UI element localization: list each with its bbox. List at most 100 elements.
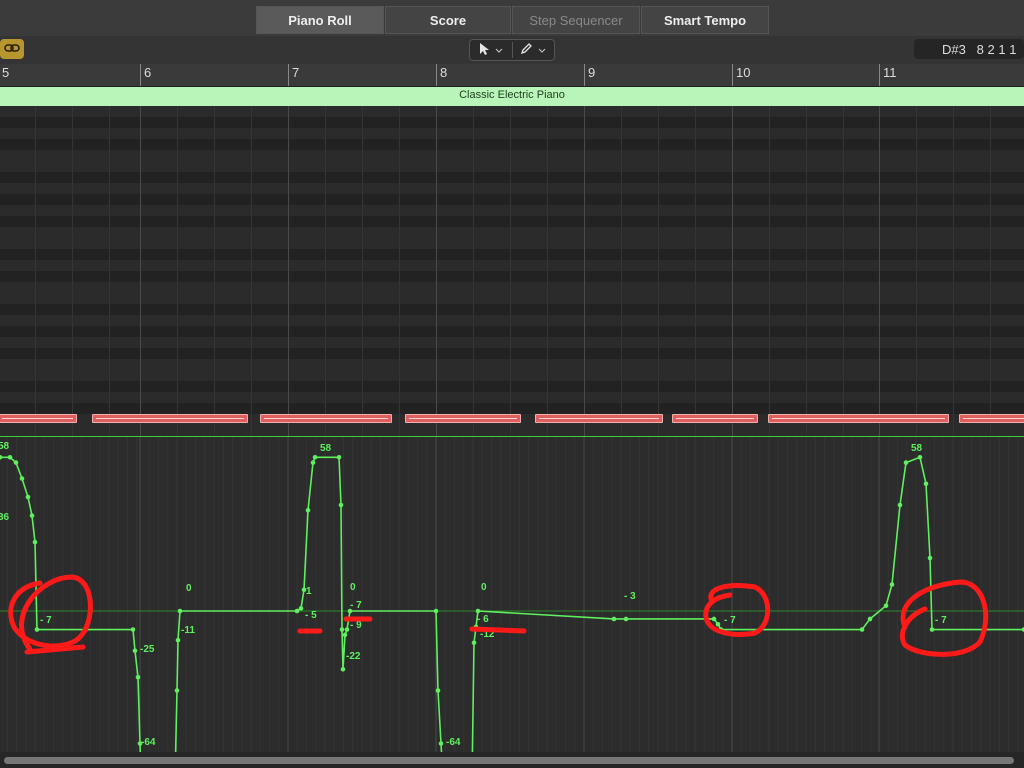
- piano-roll-grid[interactable]: [0, 106, 1024, 436]
- scrollbar-thumb[interactable]: [4, 757, 1014, 764]
- bar-number: 8: [440, 65, 448, 80]
- tab-score[interactable]: Score: [385, 6, 511, 34]
- bar-tick: [288, 64, 289, 86]
- automation-curve-layer: 58 36 - 7 -25 -64 0 -11 58 1 - 5 0 - 7 - 9 -22 -64 0 - 6…: [0, 437, 1024, 753]
- bar-ruler[interactable]: 5 6 7 8 9 10 11: [0, 64, 1024, 87]
- automation-point[interactable]: [897, 502, 903, 508]
- automation-point[interactable]: [438, 741, 444, 746]
- automation-point[interactable]: [342, 632, 348, 638]
- midi-note[interactable]: [92, 414, 248, 423]
- automation-point[interactable]: [34, 627, 40, 632]
- midi-note[interactable]: [535, 414, 663, 423]
- automation-point[interactable]: [611, 616, 617, 622]
- automation-value-label: - 3: [624, 591, 636, 602]
- automation-point[interactable]: [883, 603, 889, 608]
- automation-point[interactable]: [310, 460, 316, 465]
- automation-value-label: -64: [446, 737, 461, 748]
- pencil-tool-button[interactable]: [520, 40, 546, 60]
- automation-point[interactable]: [917, 455, 923, 460]
- automation-point[interactable]: [471, 640, 477, 646]
- bar-tick: [732, 64, 733, 86]
- automation-point[interactable]: [175, 637, 181, 643]
- automation-point[interactable]: [132, 648, 138, 654]
- automation-point[interactable]: [715, 621, 721, 627]
- region-header[interactable]: Classic Electric Piano: [0, 87, 1024, 107]
- automation-point[interactable]: [305, 508, 311, 513]
- automation-point[interactable]: [923, 481, 929, 487]
- automation-point[interactable]: [711, 616, 717, 622]
- grid-line: [547, 106, 548, 436]
- grid-line: [177, 106, 178, 436]
- automation-point[interactable]: [344, 627, 350, 632]
- grid-line: [953, 106, 954, 436]
- automation-point[interactable]: [298, 606, 304, 611]
- midi-note[interactable]: [768, 414, 949, 423]
- automation-point[interactable]: [339, 627, 345, 632]
- bar-number: 6: [144, 65, 152, 80]
- pointer-tool-button[interactable]: [478, 40, 503, 60]
- automation-point[interactable]: [7, 455, 13, 460]
- automation-point[interactable]: [29, 513, 35, 518]
- grid-line: [399, 106, 400, 436]
- midi-note[interactable]: [260, 414, 392, 423]
- automation-point[interactable]: [903, 460, 909, 465]
- automation-point[interactable]: [130, 627, 136, 632]
- automation-point[interactable]: [19, 476, 25, 481]
- tab-smart-tempo[interactable]: Smart Tempo: [641, 6, 769, 34]
- midi-note[interactable]: [672, 414, 758, 423]
- automation-value-label: -25: [140, 644, 155, 655]
- automation-point[interactable]: [433, 608, 439, 614]
- automation-value-label: 0: [350, 582, 356, 593]
- automation-point[interactable]: [867, 616, 873, 622]
- grid-line: [436, 106, 437, 436]
- midi-note[interactable]: [405, 414, 521, 423]
- position-display: D#3 8 2 1 1: [914, 39, 1024, 59]
- grid-line: [769, 106, 770, 436]
- automation-point[interactable]: [294, 608, 300, 614]
- annotation-dash: [469, 626, 527, 634]
- bar-number: 11: [883, 65, 897, 80]
- grid-line: [510, 106, 511, 436]
- tab-piano-roll[interactable]: Piano Roll: [256, 6, 384, 34]
- automation-point[interactable]: [623, 616, 629, 622]
- bar-tick: [879, 64, 880, 86]
- automation-point[interactable]: [475, 608, 481, 614]
- automation-point[interactable]: [135, 674, 141, 680]
- grid-line: [288, 106, 289, 436]
- automation-point[interactable]: [312, 455, 318, 460]
- automation-value-label: 58: [911, 443, 923, 454]
- automation-value-label: - 7: [40, 615, 52, 626]
- automation-point[interactable]: [32, 539, 38, 545]
- automation-point[interactable]: [336, 455, 342, 460]
- automation-point[interactable]: [435, 688, 441, 693]
- bar-number: 7: [292, 65, 300, 80]
- automation-point[interactable]: [0, 455, 3, 460]
- bar-number: 5: [2, 65, 10, 80]
- automation-value-label: -64: [141, 737, 156, 748]
- automation-point[interactable]: [338, 502, 344, 508]
- grid-line: [473, 106, 474, 436]
- tab-step-sequencer[interactable]: Step Sequencer: [512, 6, 640, 34]
- automation-point[interactable]: [889, 582, 895, 587]
- automation-value-label: - 7: [724, 615, 736, 626]
- midi-note[interactable]: [0, 414, 77, 423]
- chevron-down-icon: [538, 43, 546, 57]
- horizontal-scrollbar[interactable]: [0, 752, 1024, 768]
- automation-value-label: 0: [481, 582, 487, 593]
- grid-line: [251, 106, 252, 436]
- tool-selector: [469, 39, 555, 61]
- link-icon: [4, 42, 20, 57]
- automation-point[interactable]: [25, 494, 31, 500]
- automation-point[interactable]: [177, 608, 183, 614]
- midi-note[interactable]: [959, 414, 1024, 423]
- automation-point[interactable]: [340, 667, 346, 672]
- grid-line: [916, 106, 917, 436]
- link-button[interactable]: [0, 39, 24, 59]
- grid-line: [658, 106, 659, 436]
- automation-point[interactable]: [859, 627, 865, 632]
- automation-lane[interactable]: 58 36 - 7 -25 -64 0 -11 58 1 - 5 0 - 7 - 9 -22 -64 0 - 6…: [0, 436, 1024, 753]
- automation-point[interactable]: [174, 688, 180, 693]
- automation-point[interactable]: [13, 460, 19, 465]
- automation-point[interactable]: [927, 555, 933, 561]
- automation-point[interactable]: [929, 627, 935, 632]
